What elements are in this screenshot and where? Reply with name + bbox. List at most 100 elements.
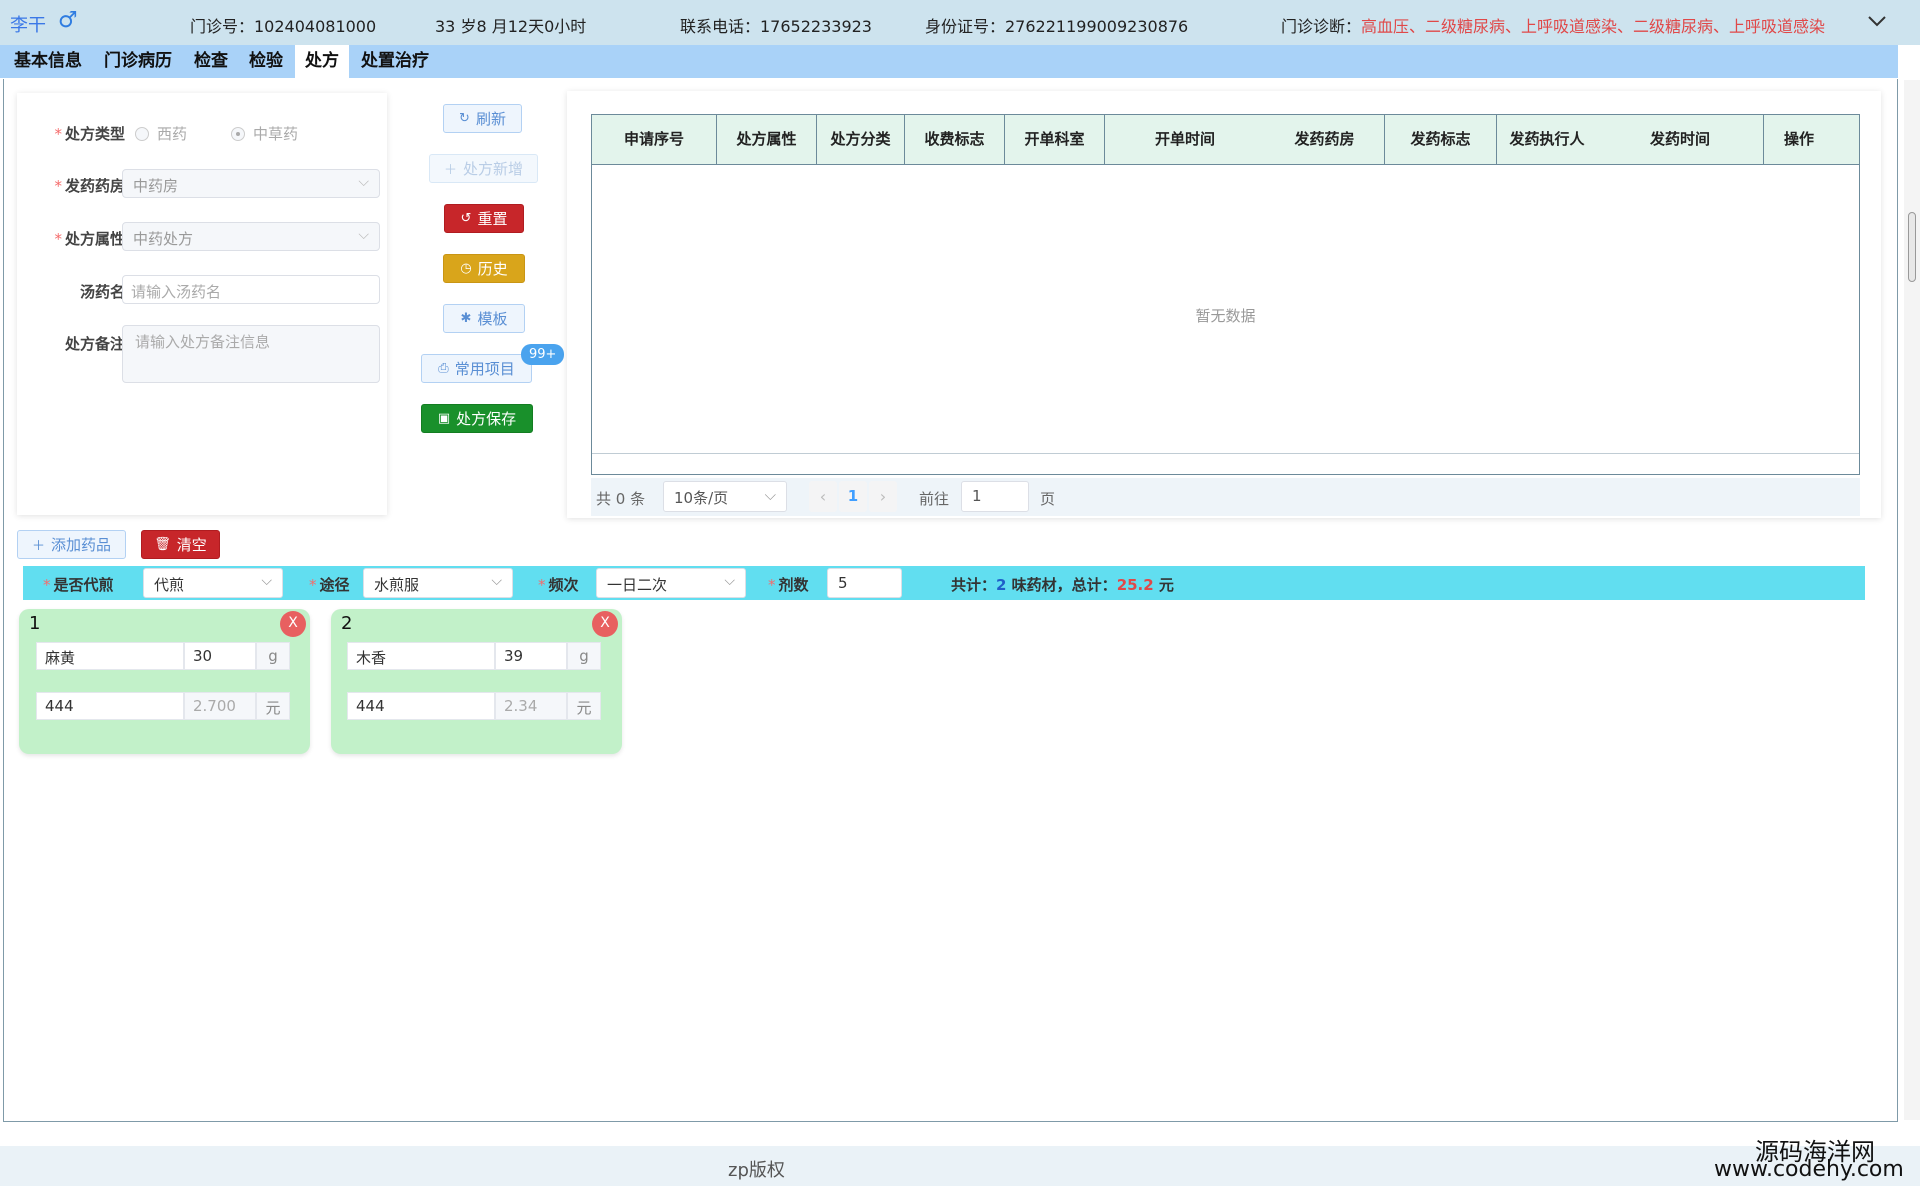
save-prescription-button[interactable]: ▣ 处方保存 [421, 404, 533, 433]
radio-selected-icon [231, 126, 245, 141]
chevron-down-icon: ⌵ [491, 573, 502, 589]
herb-name-input[interactable]: 木香 [347, 642, 495, 670]
scrollbar-thumb[interactable] [1908, 212, 1916, 282]
chevron-down-icon[interactable] [1866, 10, 1888, 32]
chevron-down-icon: ⌵ [724, 573, 735, 589]
close-icon[interactable]: X [280, 611, 306, 637]
herb-summary: 共计：2 味药材，总计：25.2 元 [951, 576, 1174, 594]
history-button[interactable]: ◷ 历史 [443, 254, 525, 283]
prescription-table: 申请序号 处方属性 处方分类 收费标志 开单科室 开单时间 发药药房 发药标志 … [591, 114, 1860, 475]
doses-input[interactable]: 5 [827, 568, 902, 598]
route-select[interactable]: 水煎服 ⌵ [363, 568, 513, 598]
column-header[interactable]: 处方属性 [717, 115, 817, 164]
page-unit: 页 [1040, 490, 1056, 508]
patient-info-bar: 李干 ♂ 门诊号：102404081000 33 岁8 月12天0小时 联系电话… [0, 0, 1920, 45]
current-page[interactable]: 1 [839, 481, 867, 512]
plus-icon: ＋ [443, 163, 457, 178]
pharmacy-select[interactable]: 中药房 ⌵ [122, 169, 380, 198]
pagination: 共 0 条 10条/页 ⌵ ‹ 1 › 前往 1 页 [591, 478, 1860, 516]
goto-label: 前往 [919, 490, 950, 508]
pharmacy-label: * 发药药房 [54, 177, 125, 195]
clear-button[interactable]: 🗑 清空 [141, 530, 220, 559]
chevron-down-icon: ⌵ [764, 486, 776, 504]
decoct-select[interactable]: 代煎 ⌵ [143, 568, 283, 598]
column-header[interactable]: 申请序号 [592, 115, 717, 164]
tab-lab-test[interactable]: 检验 [239, 45, 293, 78]
reset-button[interactable]: ↺ 重置 [444, 204, 524, 233]
freq-label: * 频次 [538, 576, 579, 594]
clinic-number: 门诊号：102404081000 [190, 17, 377, 36]
male-gender-icon: ♂ [58, 8, 78, 33]
herb-code-input[interactable]: 444 [36, 692, 184, 720]
table-footer-line [592, 453, 1859, 454]
attr-select[interactable]: 中药处方 ⌵ [122, 222, 380, 251]
reset-icon: ↺ [460, 211, 472, 226]
column-header[interactable]: 发药标志 [1385, 115, 1497, 164]
common-items-badge: 99+ [521, 344, 565, 365]
prev-page-icon[interactable]: ‹ [809, 481, 837, 512]
column-header[interactable]: 收费标志 [905, 115, 1005, 164]
radio-icon [135, 126, 149, 141]
herb-price-unit: 元 [256, 692, 290, 720]
diagnosis-text: 高血压、二级糖尿病、上呼吸道感染、二级糖尿病、上呼吸道感染 [1361, 17, 1826, 36]
close-icon[interactable]: X [592, 611, 618, 637]
remark-textarea[interactable]: 请输入处方备注信息 [122, 325, 380, 383]
column-header[interactable]: 发药时间 [1597, 115, 1764, 164]
doses-label: * 剂数 [768, 576, 809, 594]
goto-page-input[interactable]: 1 [961, 481, 1029, 512]
add-prescription-button[interactable]: ＋处方新增 [429, 154, 538, 183]
save-icon: ▣ [437, 411, 451, 426]
patient-id-card: 身份证号：276221199009230876 [925, 17, 1189, 36]
common-items-button[interactable]: ⎙ 常用项目 [421, 354, 532, 383]
refresh-icon: ↻ [459, 111, 470, 126]
radio-western[interactable]: 西药 [135, 123, 187, 144]
attr-label: * 处方属性 [54, 230, 125, 248]
clock-icon: ◷ [460, 261, 472, 276]
empty-text: 暂无数据 [1195, 307, 1256, 325]
decoction-options-bar: * 是否代煎 代煎 ⌵ * 途径 水煎服 ⌵ * 频次 一日二次 ⌵ * 剂数 5 共计：2 … [23, 566, 1865, 600]
remark-label: 处方备注 [64, 335, 125, 353]
template-button[interactable]: ✱ 模板 [443, 304, 525, 333]
herb-card: 1 X 麻黄 30 g 444 2.700 元 [19, 609, 310, 754]
herb-price: 2.34 [495, 692, 567, 720]
herb-code-input[interactable]: 444 [347, 692, 495, 720]
form-row-pharmacy: * 发药药房 中药房 ⌵ [17, 167, 387, 201]
decoction-input[interactable]: 请输入汤药名 [122, 275, 380, 304]
diagnosis: 门诊诊断：高血压、二级糖尿病、上呼吸道感染、二级糖尿病、上呼吸道感染 [1281, 13, 1825, 37]
herb-unit: g [256, 642, 290, 670]
add-medicine-button[interactable]: ＋添加药品 [17, 530, 126, 559]
herb-price-unit: 元 [567, 692, 601, 720]
freq-select[interactable]: 一日二次 ⌵ [596, 568, 746, 598]
herb-price: 2.700 [184, 692, 256, 720]
tab-basic-info[interactable]: 基本信息 [4, 45, 92, 78]
tab-outpatient-record[interactable]: 门诊病历 [94, 45, 182, 78]
column-header[interactable]: 发药执行人 [1497, 115, 1597, 164]
column-header[interactable]: 操作 [1764, 115, 1834, 164]
tab-examination[interactable]: 检查 [184, 45, 238, 78]
refresh-button[interactable]: ↻ 刷新 [443, 104, 522, 133]
decoct-label: * 是否代煎 [43, 576, 114, 594]
herb-qty-input[interactable]: 39 [495, 642, 567, 670]
footer: zp版权 [0, 1146, 1920, 1186]
tab-treatment[interactable]: 处置治疗 [351, 45, 439, 78]
tab-prescription[interactable]: 处方 [295, 45, 349, 78]
column-header[interactable]: 开单科室 [1005, 115, 1105, 164]
star-icon: ✱ [460, 311, 472, 326]
main-tabs: 基本信息 门诊病历 检查 检验 处方 处置治疗 [0, 45, 1898, 78]
table-header: 申请序号 处方属性 处方分类 收费标志 开单科室 开单时间 发药药房 发药标志 … [592, 115, 1859, 165]
radio-chinese-herbal[interactable]: 中草药 [231, 123, 298, 144]
herb-index: 2 [341, 613, 353, 634]
column-header[interactable]: 处方分类 [817, 115, 905, 164]
column-header[interactable]: 发药药房 [1265, 115, 1385, 164]
next-page-icon[interactable]: › [869, 481, 897, 512]
page-scrollbar[interactable] [1904, 80, 1920, 1120]
page-size-select[interactable]: 10条/页 ⌵ [663, 481, 787, 512]
diagnosis-label: 门诊诊断： [1281, 17, 1362, 36]
column-header[interactable]: 开单时间 [1105, 115, 1265, 164]
total-count: 共 0 条 [596, 490, 646, 508]
herb-name-input[interactable]: 麻黄 [36, 642, 184, 670]
herb-qty-input[interactable]: 30 [184, 642, 256, 670]
form-row-type: * 处方类型 西药 中草药 [17, 115, 387, 149]
chevron-down-icon: ⌵ [261, 573, 272, 589]
patient-age: 33 岁8 月12天0小时 [435, 17, 587, 36]
